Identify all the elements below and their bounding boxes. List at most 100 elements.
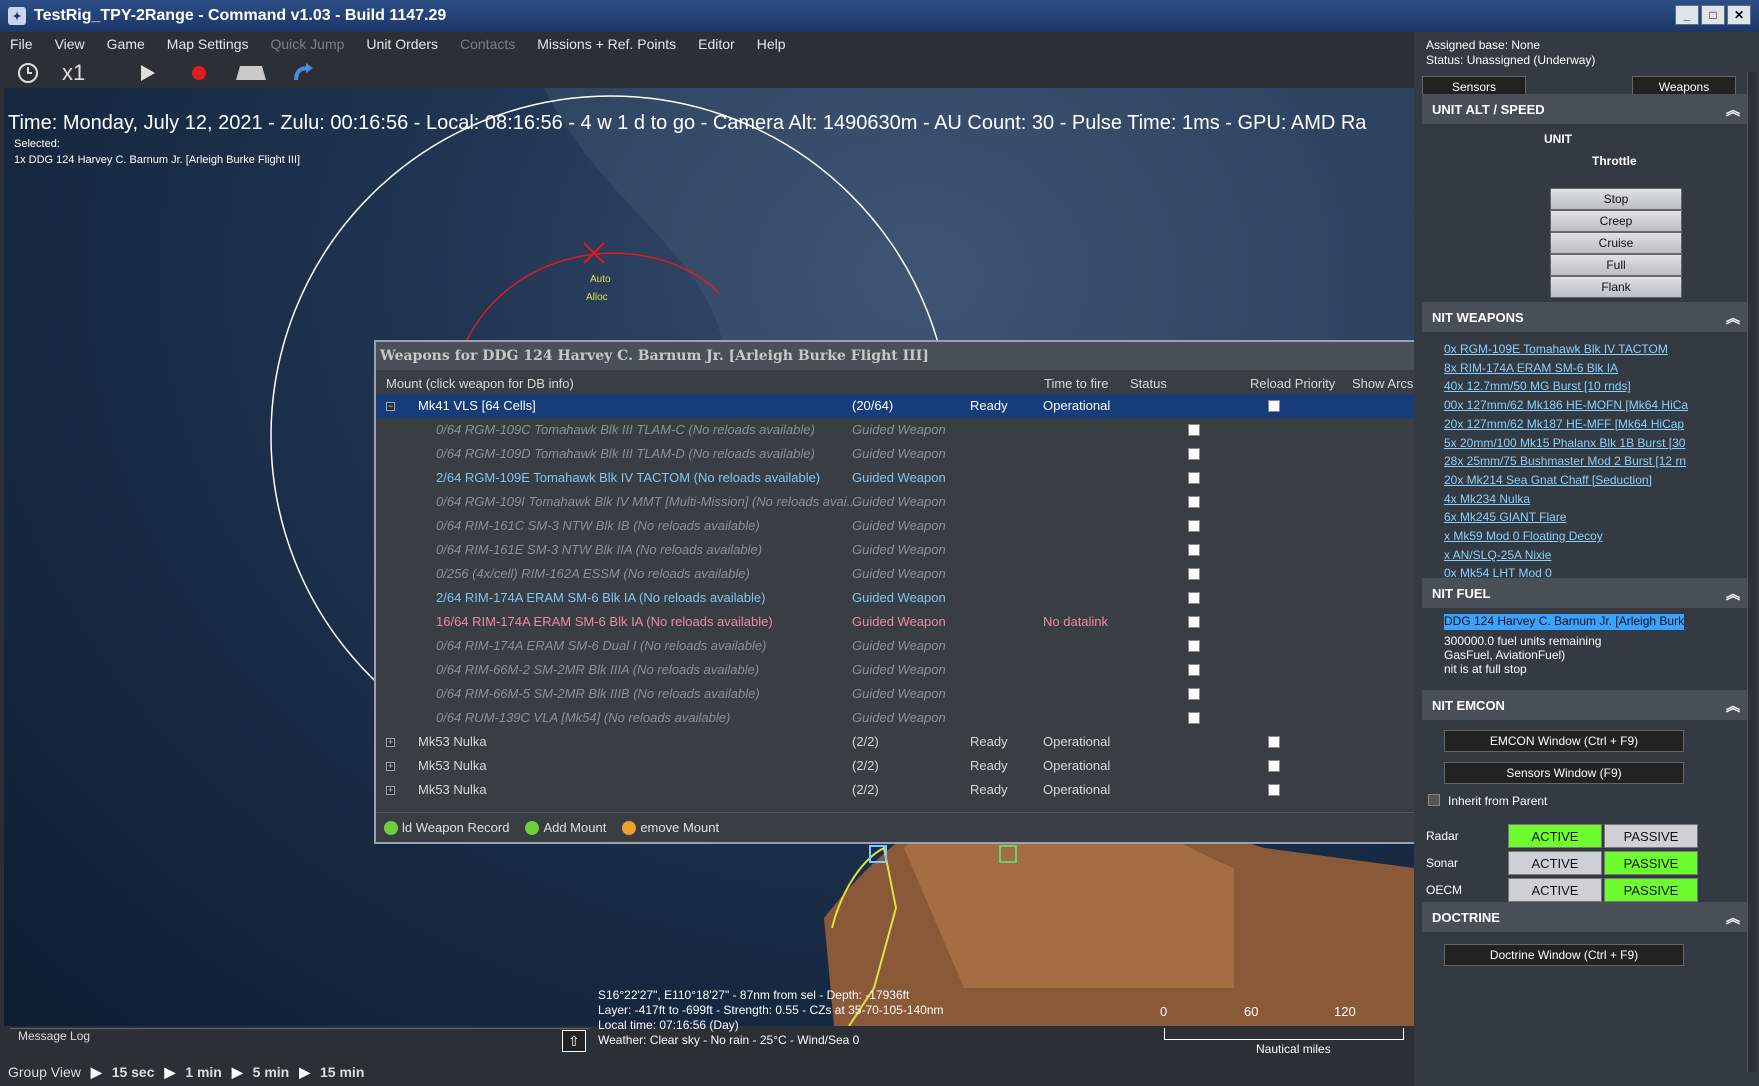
reload-priority-checkbox[interactable]: [1188, 568, 1200, 580]
weapon-row[interactable]: 0/64 RIM-174A ERAM SM-6 Dual I (No reloa…: [376, 634, 1420, 658]
menu-view[interactable]: View: [55, 36, 85, 52]
doctrine-header[interactable]: DOCTRINE ︽: [1422, 902, 1752, 932]
doctrine-window-button[interactable]: Doctrine Window (Ctrl + F9): [1444, 944, 1684, 966]
expand-icon[interactable]: +: [386, 738, 395, 747]
unit-weapon-link[interactable]: 5x 20mm/100 Mk15 Phalanx Blk 1B Burst [3…: [1444, 436, 1736, 450]
redo-arrow-icon[interactable]: [285, 60, 321, 86]
unit-weapon-link[interactable]: 20x 127mm/62 Mk187 HE-MFF [Mk64 HiCap: [1444, 417, 1736, 431]
menu-map-settings[interactable]: Map Settings: [167, 36, 249, 52]
menu-game[interactable]: Game: [107, 36, 145, 52]
throttle-stop-button[interactable]: Stop: [1550, 188, 1682, 210]
unit-weapon-link[interactable]: 20x Mk214 Sea Gnat Chaff [Seduction]: [1444, 473, 1736, 487]
add-weapon-record-button[interactable]: ld Weapon Record: [384, 820, 509, 835]
menu-unit-orders[interactable]: Unit Orders: [366, 36, 438, 52]
fuel-unit-selected[interactable]: DDG 124 Harvey C. Barnum Jr. [Arleigh Bu…: [1444, 614, 1684, 630]
show-arcs-checkbox[interactable]: [1268, 400, 1280, 412]
reload-priority-checkbox[interactable]: [1188, 640, 1200, 652]
show-arcs-checkbox[interactable]: [1268, 784, 1280, 796]
unit-weapon-link[interactable]: 6x Mk245 GIANT Flare: [1444, 510, 1736, 524]
menu-editor[interactable]: Editor: [698, 36, 735, 52]
show-arcs-checkbox[interactable]: [1268, 760, 1280, 772]
throttle-full-button[interactable]: Full: [1550, 254, 1682, 276]
message-log[interactable]: Message Log: [10, 1028, 590, 1048]
add-mount-button[interactable]: Add Mount: [525, 820, 606, 835]
col-reload[interactable]: Reload Priority: [1250, 376, 1335, 391]
collapse-icon[interactable]: ︽: [1726, 584, 1740, 604]
reload-priority-checkbox[interactable]: [1188, 712, 1200, 724]
col-status[interactable]: Status: [1130, 376, 1167, 391]
close-window-button[interactable]: ✕: [1727, 5, 1751, 25]
mount-row[interactable]: − Mk41 VLS [64 Cells] (20/64) Ready Operatio…: [376, 394, 1420, 418]
mount-row[interactable]: + Mk53 Nulka (2/2) Ready Operational: [376, 778, 1420, 802]
throttle-creep-button[interactable]: Creep: [1550, 210, 1682, 232]
reload-priority-checkbox[interactable]: [1188, 664, 1200, 676]
reload-priority-checkbox[interactable]: [1188, 472, 1200, 484]
collapse-icon[interactable]: ︽: [1726, 696, 1740, 716]
weapon-row[interactable]: 16/64 RIM-174A ERAM SM-6 Blk IA (No relo…: [376, 610, 1420, 634]
weapon-row[interactable]: 0/64 RIM-66M-5 SM-2MR Blk IIIB (No reloa…: [376, 682, 1420, 706]
weapons-header[interactable]: NIT WEAPONS ︽: [1422, 302, 1752, 332]
weapon-row[interactable]: 0/64 RIM-161C SM-3 NTW Blk IB (No reload…: [376, 514, 1420, 538]
col-arcs[interactable]: Show Arcs: [1352, 376, 1413, 391]
unit-weapon-link[interactable]: 28x 25mm/75 Bushmaster Mod 2 Burst [12 r…: [1444, 454, 1736, 468]
weapon-row[interactable]: 0/64 RIM-161E SM-3 NTW Blk IIA (No reloa…: [376, 538, 1420, 562]
collapse-icon[interactable]: −: [386, 402, 395, 411]
mount-row[interactable]: + Mk53 Nulka (2/2) Ready Operational: [376, 730, 1420, 754]
emcon-radar-active-button[interactable]: ACTIVE: [1508, 824, 1602, 848]
emcon-window-button[interactable]: EMCON Window (Ctrl + F9): [1444, 730, 1684, 752]
weapon-row[interactable]: 0/64 RUM-139C VLA [Mk54] (No reloads ava…: [376, 706, 1420, 730]
weapon-row[interactable]: 0/64 RIM-66M-2 SM-2MR Blk IIIA (No reloa…: [376, 658, 1420, 682]
weapon-row[interactable]: 0/64 RGM-109D Tomahawk Blk III TLAM-D (N…: [376, 442, 1420, 466]
show-arcs-checkbox[interactable]: [1268, 736, 1280, 748]
reload-priority-checkbox[interactable]: [1188, 592, 1200, 604]
fuel-header[interactable]: NIT FUEL ︽: [1422, 578, 1752, 608]
col-mount[interactable]: Mount (click weapon for DB info): [386, 376, 574, 391]
maximize-button[interactable]: □: [1701, 5, 1725, 25]
sensors-window-button[interactable]: Sensors Window (F9): [1444, 762, 1684, 784]
menu-contacts[interactable]: Contacts: [460, 36, 515, 52]
inherit-checkbox[interactable]: [1428, 794, 1440, 806]
emcon-radar-passive-button[interactable]: PASSIVE: [1604, 824, 1698, 848]
menu-file[interactable]: File: [10, 36, 33, 52]
collapse-icon[interactable]: ︽: [1726, 908, 1740, 928]
time-step-button[interactable]: ▶ 15 min: [299, 1064, 364, 1081]
play-icon[interactable]: [129, 60, 165, 86]
emcon-oecm-passive-button[interactable]: PASSIVE: [1604, 878, 1698, 902]
weapon-row[interactable]: 0/64 RGM-109I Tomahawk Blk IV MMT [Multi…: [376, 490, 1420, 514]
throttle-cruise-button[interactable]: Cruise: [1550, 232, 1682, 254]
weapon-row[interactable]: 0/256 (4x/cell) RIM-162A ESSM (No reload…: [376, 562, 1420, 586]
collapse-icon[interactable]: ︽: [1726, 100, 1740, 120]
emcon-sonar-passive-button[interactable]: PASSIVE: [1604, 851, 1698, 875]
emcon-header[interactable]: NIT EMCON ︽: [1422, 690, 1752, 720]
reload-priority-checkbox[interactable]: [1188, 616, 1200, 628]
menu-missions-ref-points[interactable]: Missions + Ref. Points: [537, 36, 676, 52]
weapon-row[interactable]: 0/64 RGM-109C Tomahawk Blk III TLAM-C (N…: [376, 418, 1420, 442]
throttle-flank-button[interactable]: Flank: [1550, 276, 1682, 298]
weapon-row[interactable]: 2/64 RGM-109E Tomahawk Blk IV TACTOM (No…: [376, 466, 1420, 490]
menu-quick-jump[interactable]: Quick Jump: [271, 36, 345, 52]
expand-icon[interactable]: +: [386, 762, 395, 771]
expand-log-icon[interactable]: ⇧: [562, 1030, 586, 1052]
reload-priority-checkbox[interactable]: [1188, 496, 1200, 508]
reload-priority-checkbox[interactable]: [1188, 544, 1200, 556]
expand-icon[interactable]: +: [386, 786, 395, 795]
clock-icon[interactable]: [10, 60, 46, 86]
reload-priority-checkbox[interactable]: [1188, 520, 1200, 532]
col-time[interactable]: Time to fire: [1044, 376, 1109, 391]
reload-priority-checkbox[interactable]: [1188, 448, 1200, 460]
unit-weapon-link[interactable]: x Mk59 Mod 0 Floating Decoy: [1444, 529, 1736, 543]
menu-help[interactable]: Help: [757, 36, 786, 52]
reload-priority-checkbox[interactable]: [1188, 688, 1200, 700]
reload-priority-checkbox[interactable]: [1188, 424, 1200, 436]
time-step-button[interactable]: ▶ 5 min: [232, 1064, 289, 1081]
record-icon[interactable]: [181, 60, 217, 86]
unit-weapon-link[interactable]: 40x 12.7mm/50 MG Burst [10 rnds]: [1444, 379, 1736, 393]
unit-weapon-link[interactable]: 00x 127mm/62 Mk186 HE-MOFN [Mk64 HiCa: [1444, 398, 1736, 412]
panel-scrollbar[interactable]: [1747, 72, 1757, 1072]
unit-weapon-link[interactable]: x AN/SLQ-25A Nixie: [1444, 548, 1736, 562]
camera-view-icon[interactable]: [233, 60, 269, 86]
unit-weapon-link[interactable]: 0x RGM-109E Tomahawk Blk IV TACTOM: [1444, 342, 1736, 356]
weapon-row[interactable]: 2/64 RIM-174A ERAM SM-6 Blk IA (No reloa…: [376, 586, 1420, 610]
mount-row[interactable]: + Mk53 Nulka (2/2) Ready Operational: [376, 754, 1420, 778]
emcon-sonar-active-button[interactable]: ACTIVE: [1508, 851, 1602, 875]
